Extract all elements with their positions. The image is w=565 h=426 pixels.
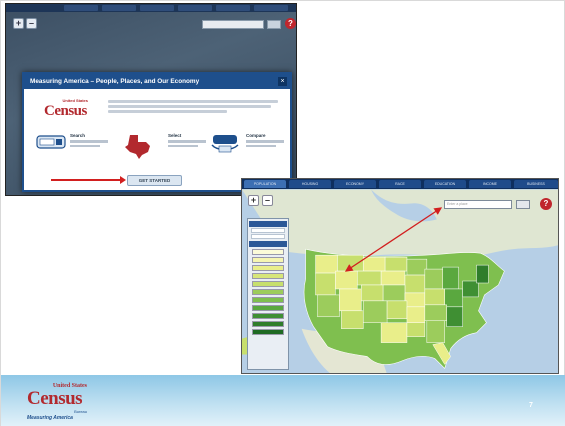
option-compare-label: Compare bbox=[246, 133, 266, 138]
nav-tab[interactable] bbox=[178, 5, 212, 11]
logo-wordmark: Census bbox=[44, 103, 87, 119]
nav-tab[interactable] bbox=[140, 5, 174, 11]
nav-tab[interactable] bbox=[254, 5, 288, 11]
top-navigation-bar bbox=[6, 4, 296, 12]
panel-option[interactable] bbox=[251, 234, 285, 239]
zoom-in-button[interactable]: + bbox=[13, 18, 24, 29]
option-search-label: Search bbox=[70, 133, 86, 138]
tab-education[interactable]: EDUCATION bbox=[424, 180, 466, 188]
legend-swatch bbox=[252, 289, 284, 295]
footer-tagline: Measuring America bbox=[27, 415, 73, 421]
page-number: 7 bbox=[529, 402, 533, 409]
legend-swatch bbox=[252, 329, 284, 335]
nav-tab[interactable] bbox=[102, 5, 136, 11]
legend-swatch bbox=[252, 273, 284, 279]
legend-swatch bbox=[252, 281, 284, 287]
map-zoom-out-button[interactable]: – bbox=[262, 195, 273, 206]
red-arrow-to-get-started bbox=[51, 176, 126, 184]
map-search-button[interactable] bbox=[516, 200, 530, 209]
map-screenshot: POPULATION HOUSING ECONOMY RACE EDUCATIO… bbox=[241, 178, 559, 374]
texas-icon bbox=[124, 135, 152, 161]
tab-race[interactable]: RACE bbox=[379, 180, 421, 188]
legend-swatch bbox=[252, 297, 284, 303]
search-button[interactable] bbox=[267, 20, 281, 29]
welcome-dialog: Measuring America – People, Places, and … bbox=[22, 72, 292, 192]
slide-footer: United States Census Bureau Measuring Am… bbox=[1, 375, 565, 426]
panel-section-header bbox=[249, 221, 287, 227]
option-select-label: Select bbox=[168, 133, 182, 138]
legend-swatch bbox=[252, 305, 284, 311]
close-icon[interactable]: × bbox=[278, 77, 287, 86]
nav-tab[interactable] bbox=[64, 5, 98, 11]
legend-swatch bbox=[252, 321, 284, 327]
census-logo: United States Census bbox=[44, 98, 90, 120]
legend-swatch bbox=[252, 265, 284, 271]
dialog-title: Measuring America – People, Places, and … bbox=[24, 74, 290, 89]
welcome-screenshot: + – ? Measuring America – People, Places… bbox=[5, 3, 297, 196]
legend-swatch bbox=[252, 257, 284, 263]
map-help-icon[interactable]: ? bbox=[540, 198, 552, 210]
map-nav-bar: POPULATION HOUSING ECONOMY RACE EDUCATIO… bbox=[242, 179, 558, 189]
tab-economy[interactable]: ECONOMY bbox=[334, 180, 376, 188]
legend-panel bbox=[247, 218, 289, 370]
legend-swatch bbox=[252, 313, 284, 319]
footer-logo-bureau: Bureau bbox=[74, 409, 87, 414]
footer-logo-wordmark: Census bbox=[27, 388, 83, 409]
help-icon[interactable]: ? bbox=[285, 18, 296, 29]
search-option-icon bbox=[36, 135, 66, 151]
legend-swatch bbox=[252, 249, 284, 255]
compare-icon bbox=[210, 135, 240, 157]
map-search-input[interactable]: Enter a place bbox=[444, 200, 512, 209]
census-bureau-logo: United States Census Bureau Measuring Am… bbox=[27, 383, 97, 423]
tab-housing[interactable]: HOUSING bbox=[289, 180, 331, 188]
panel-section-header bbox=[249, 241, 287, 247]
nav-tab[interactable] bbox=[216, 5, 250, 11]
search-input[interactable] bbox=[202, 20, 264, 29]
panel-option[interactable] bbox=[251, 228, 285, 233]
slide: + – ? Measuring America – People, Places… bbox=[0, 0, 565, 426]
zoom-out-button[interactable]: – bbox=[26, 18, 37, 29]
tab-income[interactable]: INCOME bbox=[469, 180, 511, 188]
map-zoom-in-button[interactable]: + bbox=[248, 195, 259, 206]
dialog-intro-text bbox=[108, 100, 278, 115]
get-started-button[interactable]: GET STARTED bbox=[127, 175, 182, 186]
us-thematic-map[interactable] bbox=[242, 189, 558, 374]
tab-population[interactable]: POPULATION bbox=[244, 180, 286, 188]
tab-business[interactable]: BUSINESS bbox=[514, 180, 558, 188]
